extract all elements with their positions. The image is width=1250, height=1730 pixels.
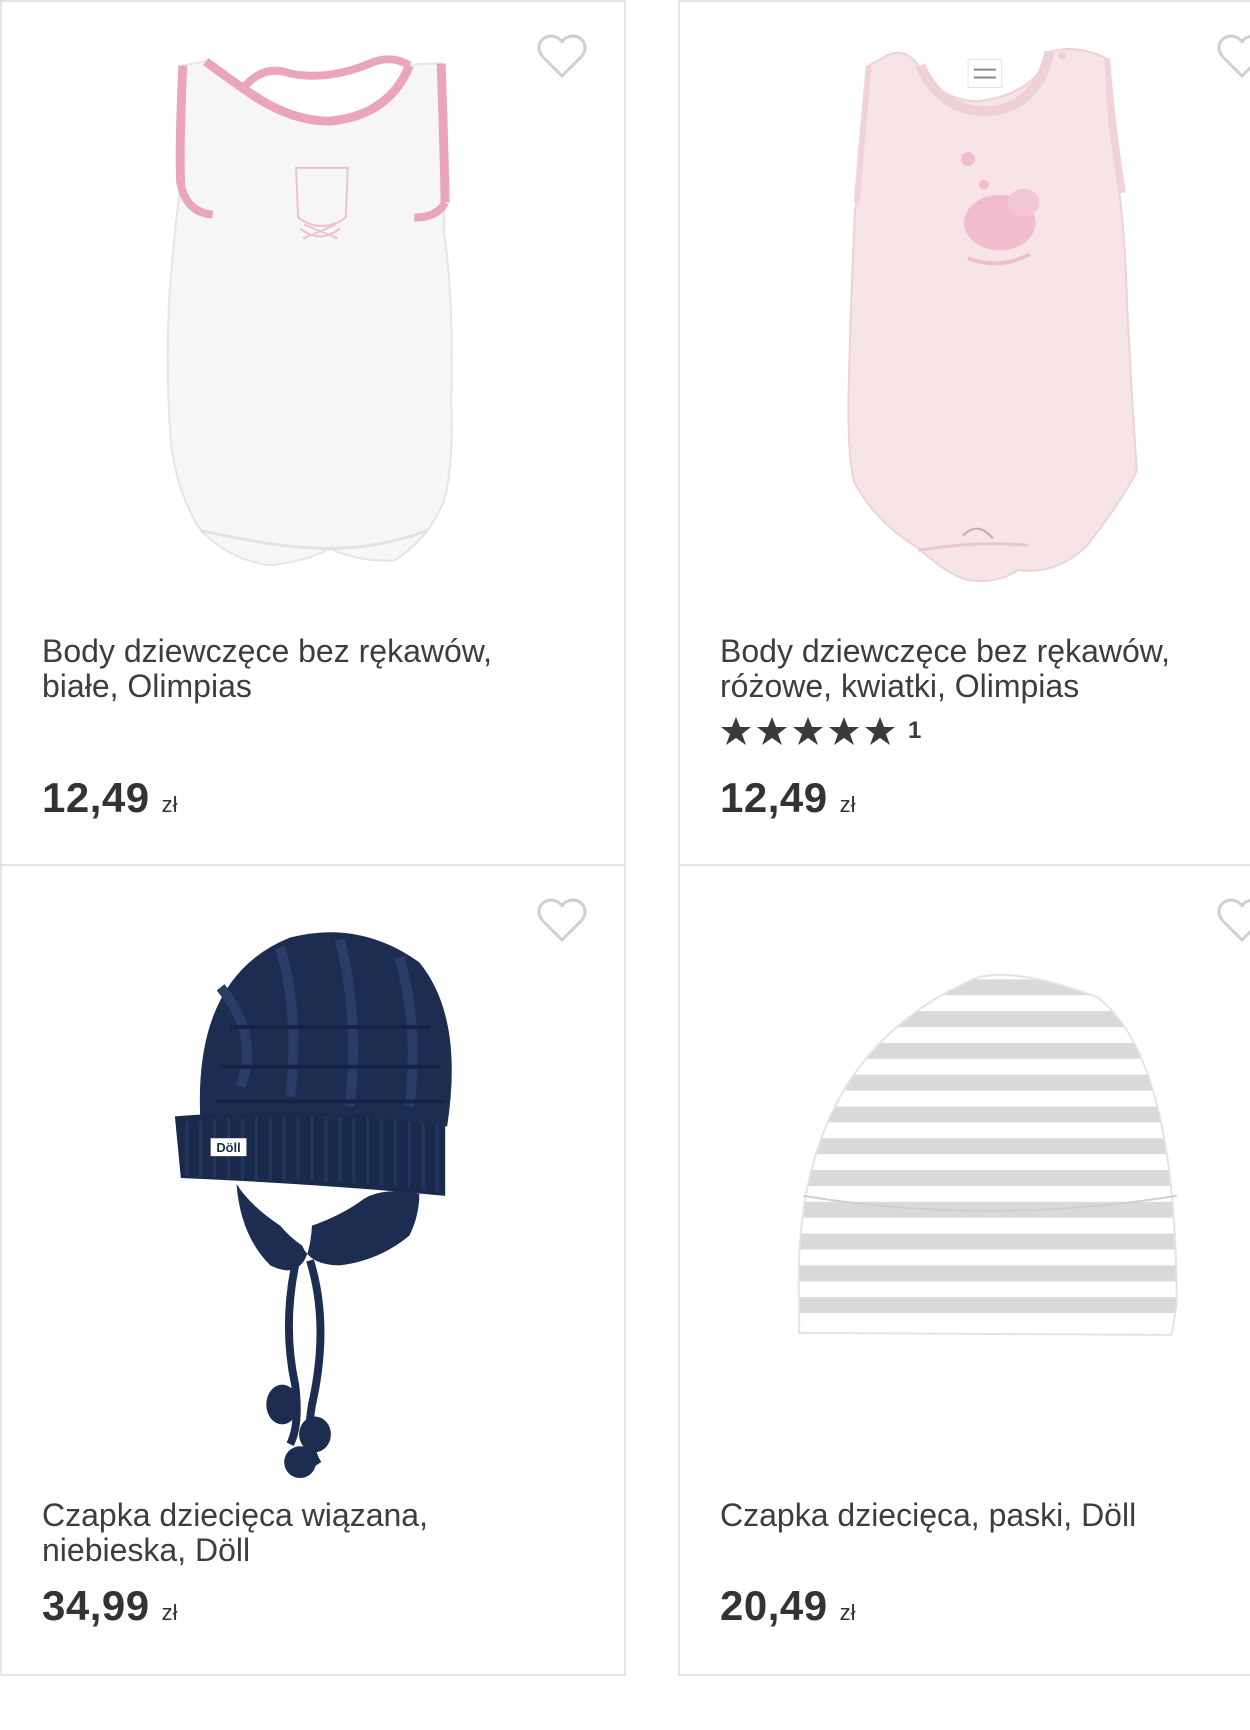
heart-outline-icon [1217,898,1250,942]
star-icon [757,717,787,745]
product-card-3[interactable]: Döll Czapka dziecięca wiązana, niebieska… [0,864,626,1676]
product-price: 12,49 zł [42,774,178,822]
product-title-line1: Body dziewczęce bez rękawów, [720,633,1170,669]
product-card-2[interactable]: Body dziewczęce bez rękawów, różowe, kwi… [678,0,1250,866]
price-amount: 12,49 [42,774,150,821]
product-card-1[interactable]: Body dziewczęce bez rękawów, białe, Olim… [0,0,626,866]
product-price: 12,49 zł [720,774,856,822]
price-amount: 12,49 [720,774,828,821]
star-icon [865,717,895,745]
favorite-button[interactable] [536,32,588,80]
product-title-line1: Czapka dziecięca, paski, Döll [720,1497,1137,1533]
rating-count: 1 [908,717,922,744]
heart-outline-icon [1217,34,1250,78]
price-currency: zł [839,1600,856,1625]
favorite-button[interactable] [1216,896,1250,944]
heart-outline-icon [537,898,587,942]
product-image-pink-bodysuit [847,47,1138,582]
product-title[interactable]: Body dziewczęce bez rękawów, białe, Olim… [42,634,584,704]
product-image-striped-hat [797,973,1178,1336]
favorite-button[interactable] [1216,32,1250,80]
brand-tag: Döll [216,1140,240,1155]
product-title-line2: różowe, kwiatki, Olimpias [720,668,1080,704]
product-title[interactable]: Czapka dziecięca, paski, Döll [720,1498,1226,1533]
product-image-navy-knit-hat: Döll [174,932,452,1479]
star-icon [721,717,751,745]
star-icon [829,717,859,745]
product-image-white-bodysuit[interactable] [2,2,624,602]
product-title[interactable]: Body dziewczęce bez rękawów, różowe, kwi… [720,634,1226,704]
product-title-line2: białe, Olimpias [42,668,252,704]
star-rating[interactable]: 1 [720,716,921,746]
product-price: 20,49 zł [720,1582,856,1630]
product-title-line1: Czapka dziecięca wiązana, [42,1497,428,1533]
price-currency: zł [161,1600,178,1625]
product-card-4[interactable]: Czapka dziecięca, paski, Döll 20,49 zł [678,864,1250,1676]
product-title-line2: niebieska, Döll [42,1532,251,1568]
favorite-button[interactable] [536,896,588,944]
star-icon [793,717,823,745]
price-currency: zł [839,792,856,817]
product-title-line1: Body dziewczęce bez rękawów, [42,633,492,669]
price-amount: 34,99 [42,1582,150,1629]
price-amount: 20,49 [720,1582,828,1629]
product-title[interactable]: Czapka dziecięca wiązana, niebieska, Döl… [42,1498,584,1568]
price-currency: zł [161,792,178,817]
product-price: 34,99 zł [42,1582,178,1630]
heart-outline-icon [537,34,587,78]
